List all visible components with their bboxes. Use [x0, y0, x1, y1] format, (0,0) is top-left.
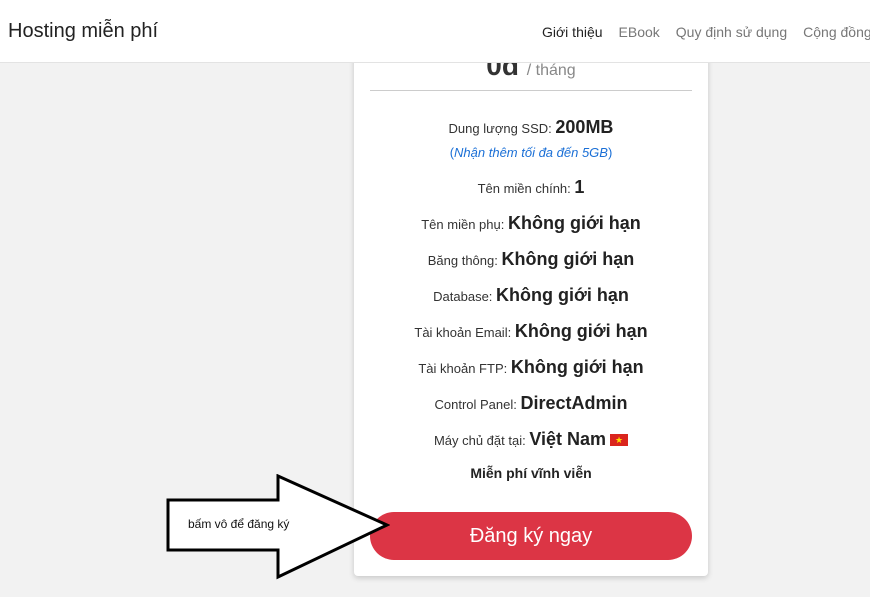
feature-note: (Nhận thêm tối đa đến 5GB) [449, 145, 613, 160]
feature-email: Tài khoản Email: Không giới hạn [414, 321, 648, 341]
nav-link-quy-dinh[interactable]: Quy định sử dụng [676, 24, 787, 40]
annotation-text: bấm vô để đăng ký [188, 517, 290, 531]
divider [370, 90, 692, 91]
feature-control-panel: Control Panel: DirectAdmin [434, 393, 628, 413]
feature-sub-domain: Tên miền phụ: Không giới hạn [421, 213, 641, 233]
feature-database: Database: Không giới hạn [433, 285, 629, 305]
pricing-card: 0đ / tháng Dung lượng SSD: 200MB (Nhận t… [354, 30, 708, 576]
vietnam-flag-icon [610, 432, 629, 448]
nav-link-cong-dong[interactable]: Cộng đồng [803, 24, 870, 40]
feature-server-location: Máy chủ đặt tại: Việt Nam [354, 427, 708, 463]
brand-logo[interactable]: Hosting miễn phí [8, 20, 158, 43]
navbar: Hosting miễn phí Giới thiệu EBook Quy đị… [0, 0, 870, 63]
feature-list: Dung lượng SSD: 200MB (Nhận thêm tối đa … [354, 115, 708, 481]
price-period: / tháng [526, 62, 576, 79]
feature-main-domain: Tên miền chính: 1 [477, 177, 585, 197]
nav-link-gioi-thieu[interactable]: Giới thiệu [542, 24, 603, 40]
nav-links: Giới thiệu EBook Quy định sử dụng Cộng đ… [542, 24, 870, 40]
feature-bandwidth: Băng thông: Không giới hạn [427, 249, 635, 269]
nav-link-ebook[interactable]: EBook [619, 24, 660, 40]
signup-button[interactable]: Đăng ký ngay [370, 512, 692, 560]
feature-ftp: Tài khoản FTP: Không giới hạn [418, 357, 644, 377]
forever-free-label: Miễn phí vĩnh viễn [470, 465, 592, 481]
